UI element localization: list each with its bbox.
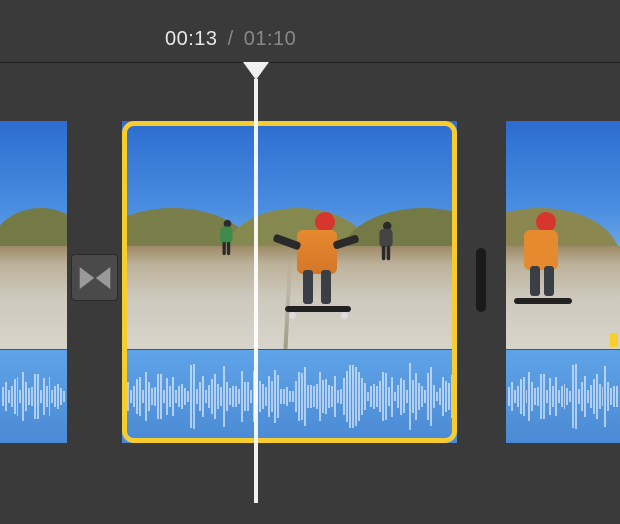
total-time: 01:10 [244,28,297,50]
time-display: 00:13 / 01:10 [165,28,296,51]
playhead-line[interactable] [254,79,258,121]
timeline-clip-selected[interactable] [122,121,457,443]
time-separator: / [228,28,234,50]
transition-icon[interactable] [71,254,118,301]
current-time: 00:13 [165,28,218,50]
clip-audio-waveform[interactable] [0,349,67,443]
header-divider [0,62,620,63]
clip-audio-waveform[interactable] [506,349,620,443]
playhead-line[interactable] [254,443,258,503]
clip-thumbnail [506,121,620,349]
clip-audio-waveform[interactable] [122,349,457,443]
clip-thumbnail [122,121,457,349]
clip-edge-handle[interactable] [476,248,486,312]
playhead-line[interactable] [254,121,258,443]
timeline-clip[interactable] [0,121,67,443]
playhead-handle[interactable] [243,62,269,80]
timeline-clip[interactable] [506,121,620,443]
clip-thumbnail [0,121,67,349]
